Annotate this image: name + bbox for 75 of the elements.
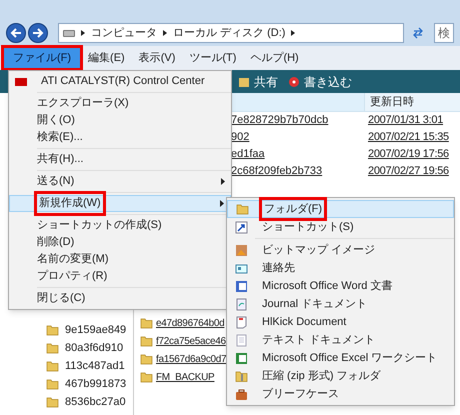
folder-icon xyxy=(140,371,153,383)
shortcut-icon xyxy=(235,220,248,234)
menu-item[interactable]: ツール(T) xyxy=(183,48,242,68)
folder-icon xyxy=(46,342,59,354)
menu-item[interactable]: 表示(V) xyxy=(132,48,182,68)
toolbar-button[interactable]: 書き込む xyxy=(288,72,352,90)
folder-icon xyxy=(46,378,59,390)
menu-item[interactable]: 圧縮 (zip 形式) フォルダ xyxy=(227,367,454,385)
menu-item[interactable]: Microsoft Office Word 文書 xyxy=(227,277,454,295)
breadcrumb-arrow-icon xyxy=(163,30,167,36)
back-button[interactable] xyxy=(6,23,26,43)
search-placeholder: 検 xyxy=(438,25,450,42)
menu-item[interactable]: ショートカット(S) xyxy=(227,218,454,236)
tree-item[interactable]: 113c487ad1 xyxy=(65,358,125,374)
menu-item[interactable]: ブリーフケース xyxy=(227,385,454,403)
menu-item[interactable]: 検索(E)... xyxy=(9,129,231,146)
file-name[interactable]: 902 xyxy=(231,131,250,144)
menu-item[interactable]: フォルダ(F) xyxy=(227,200,454,218)
file-name[interactable]: 2c68f209feb2b733 xyxy=(231,165,322,178)
menu-item[interactable]: 連絡先 xyxy=(227,259,454,277)
text-file-icon xyxy=(235,334,248,346)
file-name[interactable]: FM_BACKUP xyxy=(156,370,214,384)
address-field[interactable]: コンピュータ ローカル ディスク (D:) xyxy=(58,23,404,43)
menu-item[interactable]: ATI CATALYST(R) Control Center xyxy=(9,73,231,90)
breadcrumb-arrow-icon xyxy=(81,30,85,36)
right-arrow-icon xyxy=(32,28,44,38)
menu-item[interactable]: 開く(O) xyxy=(9,112,231,129)
document-icon xyxy=(235,316,248,328)
folder-icon xyxy=(46,324,59,336)
menu-item[interactable]: Journal ドキュメント xyxy=(227,295,454,313)
date-modified: 2007/02/27 19:56 xyxy=(367,164,449,180)
menu-item[interactable]: ファイル(F) xyxy=(4,48,80,68)
date-modified: 2007/02/19 17:56 xyxy=(367,147,449,162)
journal-icon xyxy=(235,298,248,310)
folder-icon xyxy=(140,317,153,329)
menu-item[interactable]: エクスプローラ(X) xyxy=(9,95,231,112)
folder-icon xyxy=(140,353,153,365)
date-modified: 2007/02/21 15:35 xyxy=(367,130,449,146)
briefcase-icon xyxy=(235,388,248,400)
zip-folder-icon xyxy=(235,370,248,382)
tree-item[interactable]: 9e159ae849 xyxy=(65,322,126,338)
menu-item[interactable]: 共有(H)... xyxy=(9,151,231,168)
menu-item[interactable]: テキスト ドキュメント xyxy=(227,331,454,349)
forward-button[interactable] xyxy=(28,23,48,43)
contact-card-icon xyxy=(235,262,248,274)
breadcrumb-arrow-icon xyxy=(291,30,296,36)
menu-item[interactable]: Microsoft Office Excel ワークシート xyxy=(227,349,454,367)
date-modified: 2007/01/31 3:01 xyxy=(367,113,444,128)
menu-item[interactable]: 送る(N) xyxy=(9,173,231,190)
folder-icon xyxy=(46,396,59,408)
drive-icon xyxy=(63,30,75,36)
folder-icon xyxy=(140,335,153,347)
file-name[interactable]: 7e828729b7b70dcb xyxy=(231,114,328,126)
file-name[interactable]: f72ca75e5ace46 xyxy=(156,334,226,348)
disc-icon xyxy=(288,76,300,88)
refresh-icon[interactable] xyxy=(412,27,424,39)
tree-item[interactable]: 467b991873 xyxy=(65,376,126,392)
menu-item[interactable]: 編集(E) xyxy=(82,48,131,68)
breadcrumb-item[interactable]: ローカル ディスク (D:) xyxy=(173,24,286,42)
file-name[interactable]: ed1faa xyxy=(231,148,265,160)
ati-logo-icon xyxy=(15,78,27,86)
menu-item[interactable]: HlKick Document xyxy=(227,313,454,331)
tree-item[interactable]: 80a3f6d910 xyxy=(65,340,124,356)
left-arrow-icon xyxy=(10,28,22,38)
bitmap-icon xyxy=(235,244,248,256)
search-field[interactable]: 検 xyxy=(434,23,454,43)
file-name[interactable]: fa1567d6a9c0d7 xyxy=(156,352,226,366)
file-name[interactable]: e47d896764b0d xyxy=(156,316,224,330)
folder-icon xyxy=(236,203,249,215)
menu-item[interactable]: ビットマップ イメージ xyxy=(227,241,454,259)
menu-item[interactable]: ヘルプ(H) xyxy=(244,48,305,68)
folder-icon xyxy=(46,360,59,372)
toolbar-button[interactable]: 共有 xyxy=(238,72,278,90)
tree-item[interactable]: 8536bc27a0 xyxy=(65,394,126,410)
breadcrumb-item[interactable]: コンピュータ xyxy=(91,24,157,42)
